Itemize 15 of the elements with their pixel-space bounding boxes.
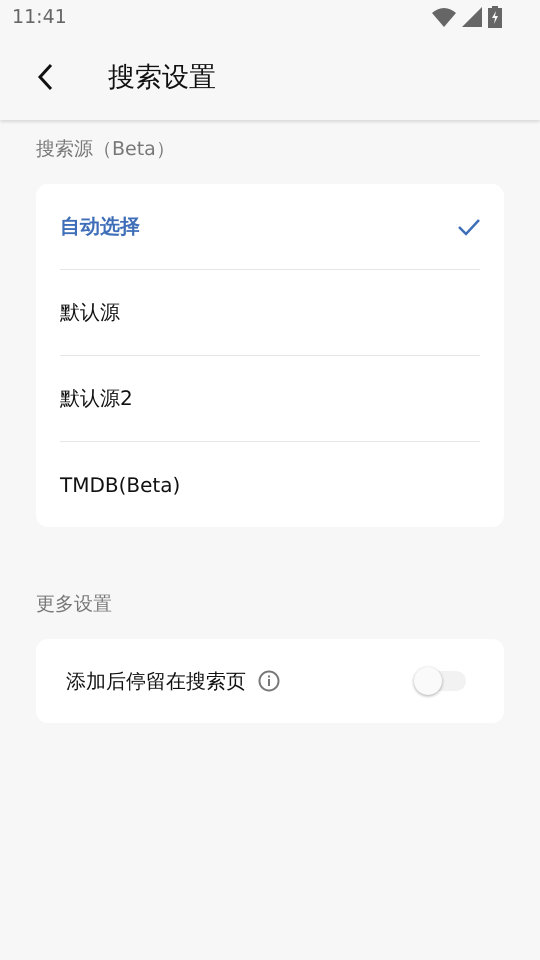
status-time: 11:41 — [12, 6, 67, 28]
source-option[interactable]: 自动选择 — [60, 184, 480, 270]
signal-icon — [462, 7, 482, 27]
source-option[interactable]: TMDB(Beta) — [60, 442, 480, 527]
section-header: 更多设置 — [36, 592, 112, 617]
info-icon[interactable] — [258, 670, 280, 692]
wifi-icon — [432, 7, 456, 27]
source-option[interactable]: 默认源 — [60, 270, 480, 356]
section-header: 搜索源（Beta） — [36, 137, 175, 162]
battery-charging-icon — [488, 6, 502, 28]
back-icon — [37, 63, 53, 91]
page-title: 搜索设置 — [108, 61, 216, 95]
setting-label: 添加后停留在搜索页 — [66, 668, 246, 694]
source-option[interactable]: 默认源2 — [60, 356, 480, 442]
check-icon — [458, 218, 480, 236]
